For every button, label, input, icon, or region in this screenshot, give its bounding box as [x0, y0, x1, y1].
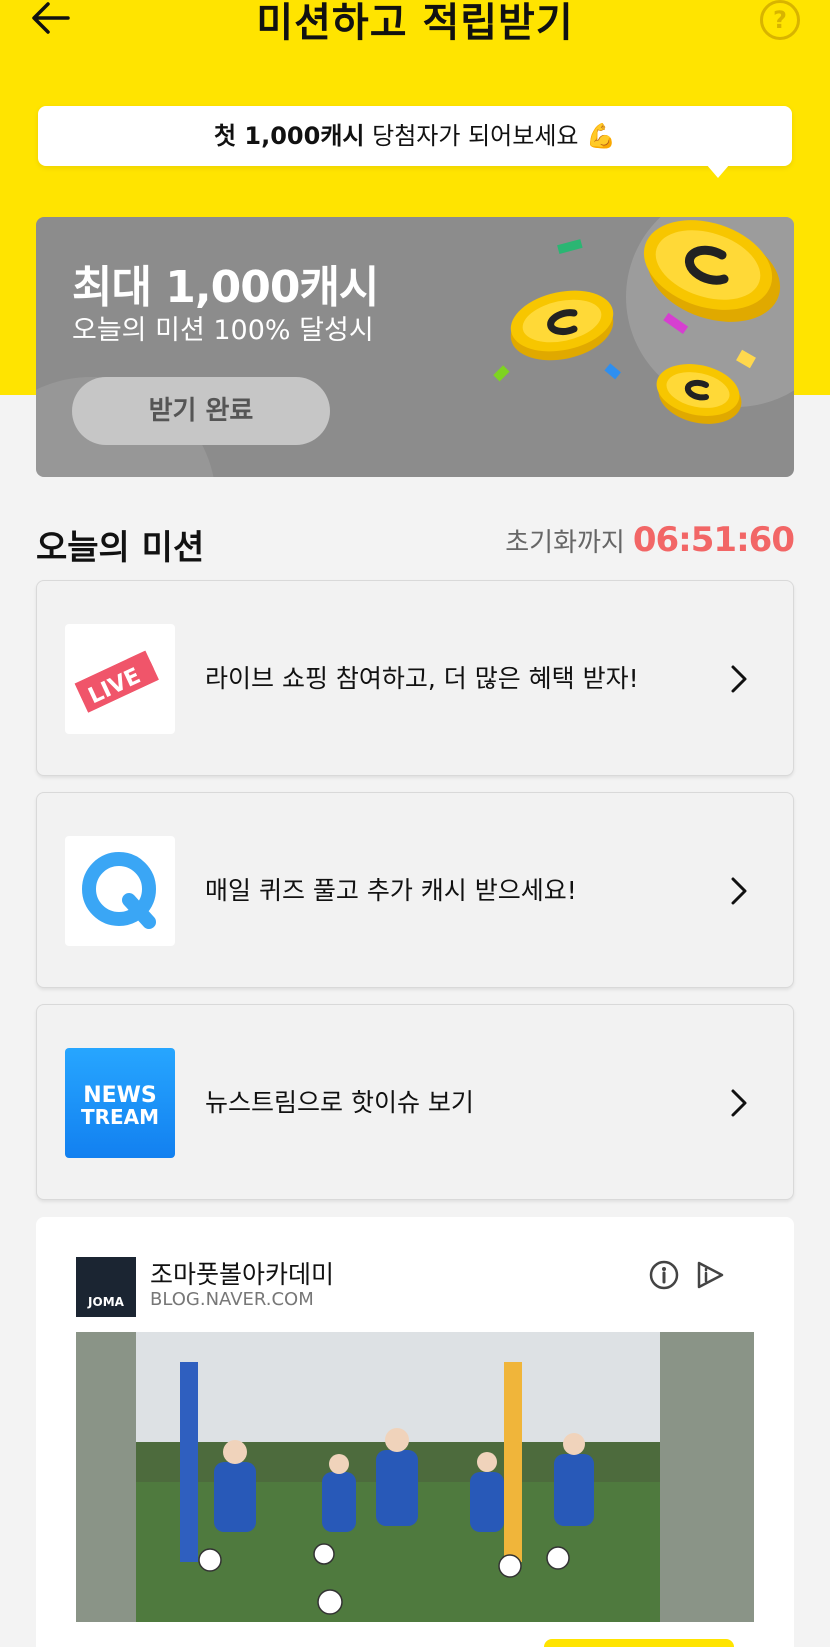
promo-bubble-text: 당첨자가 되어보세요 💪 — [364, 122, 616, 150]
claim-complete-button[interactable]: 받기 완료 — [72, 377, 330, 445]
mission-thumbnail — [65, 836, 175, 946]
help-icon[interactable]: ? — [760, 0, 800, 40]
advertiser-url: BLOG.NAVER.COM — [150, 1289, 314, 1310]
ad-choices-icon[interactable] — [694, 1259, 726, 1291]
hero-subtitle: 오늘의 미션 100% 달성시 — [72, 315, 374, 346]
advertiser-name[interactable]: 조마풋볼아카데미 — [150, 1255, 334, 1291]
missions-section-title: 오늘의 미션 — [36, 528, 205, 568]
mission-thumbnail: NEWS TREAM — [65, 1048, 175, 1158]
soccer-photo-image — [76, 1332, 754, 1622]
reset-label: 초기화까지 — [505, 528, 625, 558]
mission-item-live-shopping[interactable]: LIVE 라이브 쇼핑 참여하고, 더 많은 혜택 받자! — [36, 580, 794, 776]
advertiser-logo-text: JOMA — [88, 1295, 124, 1309]
reset-timer: 06:51:60 — [632, 520, 795, 560]
sponsored-ad-card[interactable]: JOMA 조마풋볼아카데미 BLOG.NAVER.COM — [36, 1217, 794, 1647]
chevron-right-icon — [731, 665, 747, 693]
mission-item-quiz[interactable]: 매일 퀴즈 풀고 추가 캐시 받으세요! — [36, 792, 794, 988]
mission-item-newstream[interactable]: NEWS TREAM 뉴스트림으로 핫이슈 보기 — [36, 1004, 794, 1200]
info-icon[interactable] — [648, 1259, 680, 1291]
coins-illustration-icon — [493, 220, 781, 424]
newstream-icon: NEWS TREAM — [81, 1083, 159, 1129]
promo-bubble-highlight: 첫 1,000캐시 — [213, 122, 365, 150]
advertiser-logo: JOMA — [76, 1257, 136, 1317]
page-title: 미션하고 적립받기 — [256, 0, 574, 46]
hero-title: 최대 1,000캐시 — [72, 262, 379, 313]
mission-label: 라이브 쇼핑 참여하고, 더 많은 혜택 받자! — [205, 664, 639, 693]
mission-label: 뉴스트림으로 핫이슈 보기 — [205, 1088, 474, 1117]
reward-hero-card: 최대 1,000캐시 오늘의 미션 100% 달성시 받기 완료 — [36, 217, 794, 477]
reset-countdown: 초기화까지 06:51:60 — [505, 520, 795, 562]
svg-text:TREAM: TREAM — [81, 1105, 159, 1129]
ad-cta-button[interactable] — [544, 1639, 734, 1647]
promo-bubble: 첫 1,000캐시 당첨자가 되어보세요 💪 — [38, 106, 792, 166]
mission-thumbnail: LIVE — [65, 624, 175, 734]
chevron-right-icon — [731, 1089, 747, 1117]
mission-label: 매일 퀴즈 풀고 추가 캐시 받으세요! — [205, 876, 577, 905]
live-ticket-icon: LIVE — [74, 650, 159, 713]
ad-image[interactable] — [76, 1332, 754, 1622]
promo-bubble-tail — [706, 164, 730, 178]
chevron-right-icon — [731, 877, 747, 905]
quiz-q-icon — [82, 852, 156, 929]
